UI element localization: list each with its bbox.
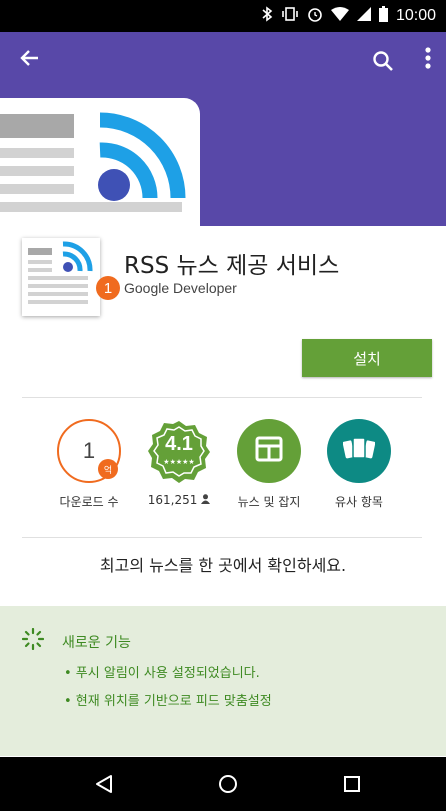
person-icon (201, 493, 211, 507)
news-category-icon (255, 436, 283, 466)
arrow-back-icon[interactable] (18, 46, 42, 76)
whats-new-section[interactable]: 새로운 기능 • 푸시 알림이 사용 설정되었습니다. • 현재 위치를 기반으… (0, 606, 446, 756)
whats-new-item: • 푸시 알림이 사용 설정되었습니다. (64, 666, 260, 681)
hero-feature-graphic (0, 98, 200, 226)
nav-home-icon[interactable] (198, 757, 258, 811)
developer-badge: 1 (96, 276, 120, 300)
app-title: RSS 뉴스 제공 서비스 (124, 253, 340, 279)
wifi-icon (330, 7, 349, 25)
rating-stat[interactable]: 4.1 ★★★★★ 161,251 (134, 419, 224, 507)
ratings-count: 161,251 (147, 493, 198, 507)
developer-name[interactable]: Google Developer (124, 280, 237, 296)
downloads-unit: 억 (98, 459, 118, 479)
vibrate-icon (281, 6, 299, 26)
more-vert-icon[interactable] (424, 46, 432, 76)
alarm-icon (307, 6, 323, 26)
rating-stars: ★★★★★ (163, 458, 195, 466)
category-label: 뉴스 및 잡지 (237, 495, 301, 509)
rating-badge: 4.1 ★★★★★ (147, 419, 211, 483)
ratings-count-label: 161,251 (134, 493, 224, 507)
signal-icon (356, 7, 371, 25)
install-button[interactable]: 설치 (302, 339, 432, 377)
stats-row: 1 억 다운로드 수 4.1 ★★★★★ 161,251 뉴스 및 잡지 유사 … (44, 419, 414, 519)
whats-new-title: 새로운 기능 (62, 634, 131, 651)
app-header: RSS 뉴스 제공 서비스 1 Google Developer (22, 238, 422, 328)
app-bar (0, 32, 446, 98)
downloads-label: 다운로드 수 (59, 495, 119, 509)
promo-text[interactable]: 최고의 뉴스를 한 곳에서 확인하세요. (0, 552, 446, 576)
divider (22, 397, 422, 398)
whats-new-item: • 현재 위치를 기반으로 피드 맞춤설정 (64, 694, 272, 709)
status-bar: 10:00 (0, 0, 446, 32)
developer-row[interactable]: 1 Google Developer (96, 276, 237, 300)
similar-label: 유사 항목 (335, 495, 383, 509)
bluetooth-icon (261, 6, 273, 26)
search-icon[interactable] (372, 50, 394, 77)
status-time: 10:00 (395, 7, 436, 24)
app-icon (22, 238, 100, 316)
status-icons: 10:00 (261, 6, 436, 26)
downloads-value: 1 (82, 438, 96, 463)
similar-stat[interactable]: 유사 항목 (314, 419, 404, 510)
similar-apps-icon (342, 436, 376, 466)
similar-badge[interactable] (327, 419, 391, 483)
new-features-icon (21, 627, 45, 655)
downloads-stat: 1 억 다운로드 수 (44, 419, 134, 510)
hero-banner (0, 98, 446, 226)
downloads-badge: 1 억 (57, 419, 121, 483)
navigation-bar (0, 757, 446, 811)
rating-value: 4.1 (165, 433, 193, 455)
whats-new-header: 새로운 기능 (21, 627, 131, 655)
battery-icon (378, 6, 388, 26)
nav-recents-icon[interactable] (322, 757, 382, 811)
nav-back-icon[interactable] (74, 757, 134, 811)
divider (22, 537, 422, 538)
category-badge[interactable] (237, 419, 301, 483)
category-stat[interactable]: 뉴스 및 잡지 (224, 419, 314, 510)
